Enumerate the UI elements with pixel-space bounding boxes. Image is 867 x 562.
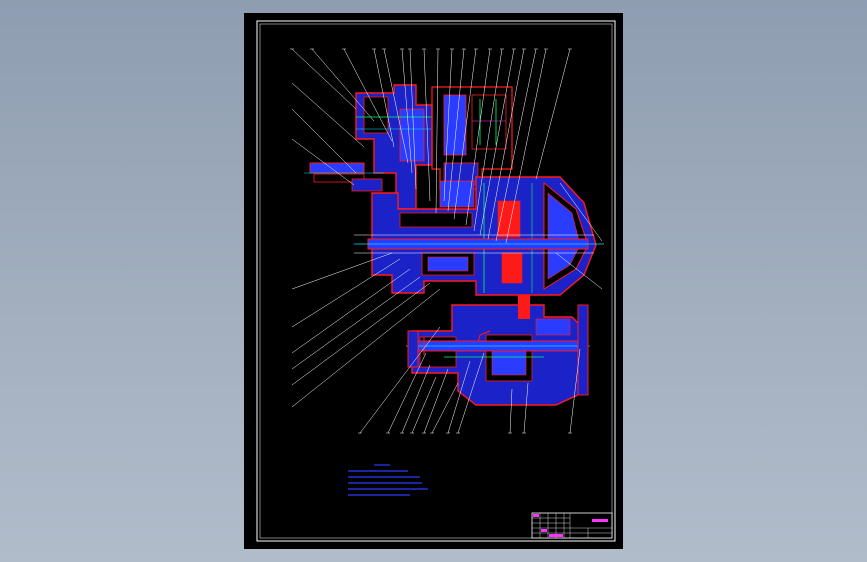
cad-viewport[interactable] — [0, 0, 867, 562]
title-block — [531, 512, 613, 539]
gearbox-section-drawing — [244, 13, 623, 549]
drawing-sheet — [244, 13, 623, 549]
